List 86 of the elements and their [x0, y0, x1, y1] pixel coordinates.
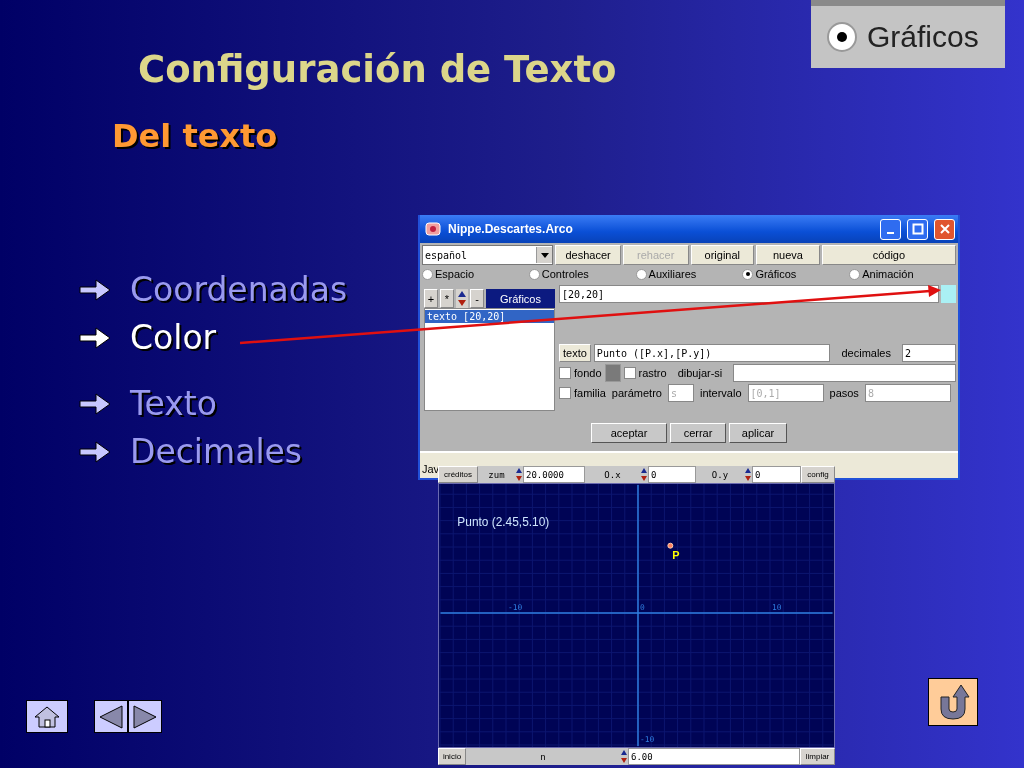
toolbar-button[interactable]: original [690, 245, 755, 265]
color-swatch[interactable] [941, 285, 956, 303]
action-button[interactable]: aceptar [591, 423, 667, 443]
spinner-arrows-icon[interactable] [620, 748, 628, 765]
point-marker[interactable] [667, 542, 674, 549]
action-button[interactable]: aplicar [729, 423, 787, 443]
field-label: parámetro [610, 386, 663, 401]
dropdown-icon [540, 252, 549, 258]
maximize-icon [911, 223, 924, 235]
axis-label: 10 [771, 603, 782, 613]
radio-label: Espacio [435, 268, 475, 280]
copy-button[interactable]: * [440, 289, 454, 308]
credits-button[interactable]: créditos [438, 466, 478, 483]
window-title: Nippe.Descartes.Arco [448, 222, 574, 236]
close-icon [938, 223, 951, 235]
text-field[interactable]: Punto ([P.x],[P.y]) [593, 344, 831, 362]
radio-label: Gráficos [867, 20, 979, 54]
spinner-arrows-icon[interactable] [744, 466, 752, 483]
home-button[interactable] [26, 700, 68, 733]
checkbox-label: rastro [638, 366, 667, 381]
app-icon [424, 220, 442, 238]
left-triangle-icon [98, 703, 124, 730]
radio-label: Controles [541, 268, 589, 280]
spinner-arrows-icon[interactable] [515, 466, 523, 483]
n-field[interactable]: 6.00 [628, 748, 800, 765]
axis-label: -10 [508, 603, 523, 613]
checkbox[interactable] [623, 367, 636, 379]
field-label: intervalo [698, 386, 743, 401]
checkbox[interactable] [559, 367, 571, 379]
home-icon [33, 704, 61, 729]
clear-button[interactable]: limpiar [800, 748, 835, 765]
toolbar-button[interactable]: nueva [756, 245, 820, 265]
bullet-text: Decimales [130, 431, 303, 473]
bullet-text: Color [130, 317, 217, 359]
move-arrows-icon[interactable] [456, 289, 468, 308]
axis-label: 0 [639, 603, 645, 613]
config-button[interactable]: config [801, 466, 835, 483]
field-label: pasos [828, 386, 860, 401]
previous-button[interactable] [94, 700, 128, 733]
field-label: dibujar-si [676, 366, 724, 381]
minimize-icon [887, 232, 894, 234]
toolbar-button[interactable]: código [821, 245, 956, 265]
close-button[interactable] [934, 218, 955, 240]
radio-button[interactable] [528, 268, 540, 280]
maximize-button[interactable] [907, 218, 928, 240]
point-label: Punto (2.45,5.10) [457, 514, 550, 529]
list-item[interactable]: texto [20,20] [425, 310, 554, 323]
field-label: decimales [840, 346, 892, 361]
radio-button[interactable] [422, 268, 433, 280]
bullet-text: Coordenadas [130, 269, 348, 311]
status-text: Jav [422, 463, 440, 475]
checkbox-label: familia [574, 386, 606, 401]
radio-button[interactable] [742, 268, 754, 280]
right-triangle-icon [132, 703, 158, 730]
toolbar-button[interactable]: deshacer [555, 245, 621, 265]
origin-y-field[interactable]: 0 [752, 466, 801, 483]
condition-field[interactable] [733, 364, 956, 382]
radio-label: Animación [862, 268, 914, 280]
decimals-field[interactable]: 2 [902, 344, 956, 362]
point-name: P [672, 548, 680, 561]
next-button[interactable] [128, 700, 162, 733]
position-field[interactable]: [20,20] [559, 285, 939, 303]
minimize-button[interactable] [880, 218, 901, 240]
color-swatch[interactable] [604, 364, 621, 382]
action-button[interactable]: cerrar [670, 423, 726, 443]
reset-button[interactable]: inicio [438, 748, 466, 765]
spinner-arrows-icon[interactable] [640, 466, 648, 483]
radio-label: Auxiliares [648, 268, 697, 280]
slide-title: Configuración de Texto [138, 48, 617, 91]
checkbox[interactable] [559, 387, 571, 399]
radio-label: Gráficos [755, 268, 797, 280]
axis-label: -10 [639, 735, 655, 745]
language-select[interactable]: español [422, 245, 554, 265]
checkbox-label: fondo [574, 366, 602, 381]
return-button[interactable] [928, 678, 978, 726]
remove-button[interactable]: - [470, 289, 484, 308]
zoom-field[interactable]: 20.0000 [523, 466, 585, 483]
origin-x-field[interactable]: 0 [648, 466, 696, 483]
slide-subtitle: Del texto [112, 117, 278, 155]
text-button[interactable]: texto [559, 344, 591, 362]
bullet-text: Texto [130, 383, 217, 425]
list-tab[interactable]: Gráficos [486, 289, 555, 308]
radio-button[interactable] [827, 22, 857, 52]
add-button[interactable]: + [424, 289, 438, 308]
radio-button[interactable] [849, 268, 861, 280]
radio-button[interactable] [635, 268, 647, 280]
